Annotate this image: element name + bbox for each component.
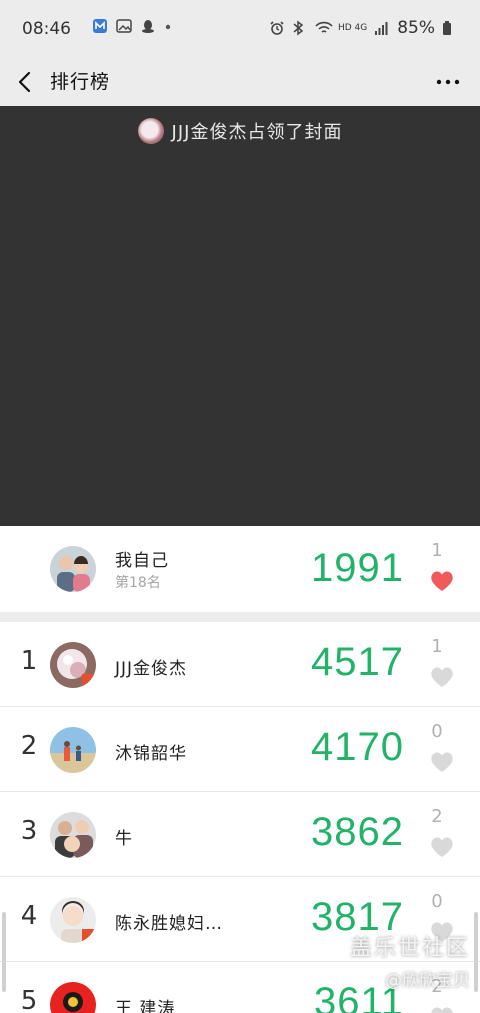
page-title: 排行榜 [50,71,111,93]
wifi-icon [315,20,333,36]
status-time: 08:46 [22,19,71,39]
my-name: 我自己 [115,551,169,571]
avatar[interactable] [50,897,96,943]
status-bar: 08:46 HD 4G 85% [0,0,480,58]
like-count: 2 [431,806,443,827]
step-count: 4170 [311,725,404,769]
avatar[interactable] [50,812,96,858]
battery-percent: 85% [397,18,435,38]
heart-icon[interactable] [430,570,454,592]
rank-number: 4 [20,901,38,931]
cover-area[interactable]: JJJ金俊杰占领了封面 [0,106,480,526]
system-icons: HD 4G 85% [269,18,458,38]
ranking-row[interactable]: 2 沐锦韶华 4170 0 [0,707,480,792]
qq-icon [140,18,156,34]
scrollbar-right[interactable] [474,912,478,992]
watermark-line2: @欣欣宝贝 [385,971,470,991]
avatar[interactable] [50,546,96,592]
user-name: 沐锦韶华 [115,744,187,764]
alarm-icon [269,20,285,36]
avatar[interactable] [50,642,96,688]
step-count: 4517 [311,640,404,684]
user-name: 牛 [115,829,133,849]
heart-icon[interactable] [430,751,454,773]
like-count: 0 [431,721,443,742]
rank-number: 2 [20,731,38,761]
like-count: 1 [431,636,443,657]
like-count: 0 [431,891,443,912]
heart-icon[interactable] [430,1006,454,1013]
signal-icon [374,20,390,36]
rank-number: 3 [20,816,38,846]
my-steps: 1991 [311,546,404,590]
gallery-icon [116,18,132,34]
notification-icons [92,18,180,34]
more-options-icon[interactable] [434,68,462,96]
my-rank-row[interactable]: 我自己 第18名 1991 1 [0,526,480,612]
ranking-row[interactable]: 1 JJJ金俊杰 4517 1 [0,622,480,707]
nav-bar: 排行榜 [0,58,480,106]
battery-icon [442,20,458,36]
cover-caption: JJJ金俊杰占领了封面 [0,118,480,144]
rank-number: 5 [20,986,38,1013]
section-divider [0,612,480,622]
watermark-line1: 盖乐世社区 [349,936,470,961]
ranking-row[interactable]: 3 牛 3862 2 [0,792,480,877]
dot-icon [164,18,180,34]
step-count: 3862 [311,810,404,854]
heart-icon[interactable] [430,836,454,858]
my-like-count: 1 [431,540,443,561]
avatar[interactable] [50,727,96,773]
app-m-icon [92,18,108,34]
bluetooth-icon [292,20,308,36]
rank-number: 1 [20,646,38,676]
heart-icon[interactable] [430,666,454,688]
my-rank-text: 第18名 [115,575,161,591]
user-name: 陈永胜媳妇… [115,914,223,934]
avatar[interactable] [50,982,96,1013]
cover-avatar [137,118,164,144]
user-name: JJJ金俊杰 [115,659,188,679]
network-type: HD 4G [337,23,368,33]
back-arrow-icon[interactable] [14,66,38,98]
watermark: 盖乐世社区 @欣欣宝贝 [350,930,470,991]
scrollbar-left[interactable] [2,912,6,992]
cover-caption-text: JJJ金俊杰占领了封面 [171,122,343,143]
user-name: 王 建涛 [115,999,176,1013]
